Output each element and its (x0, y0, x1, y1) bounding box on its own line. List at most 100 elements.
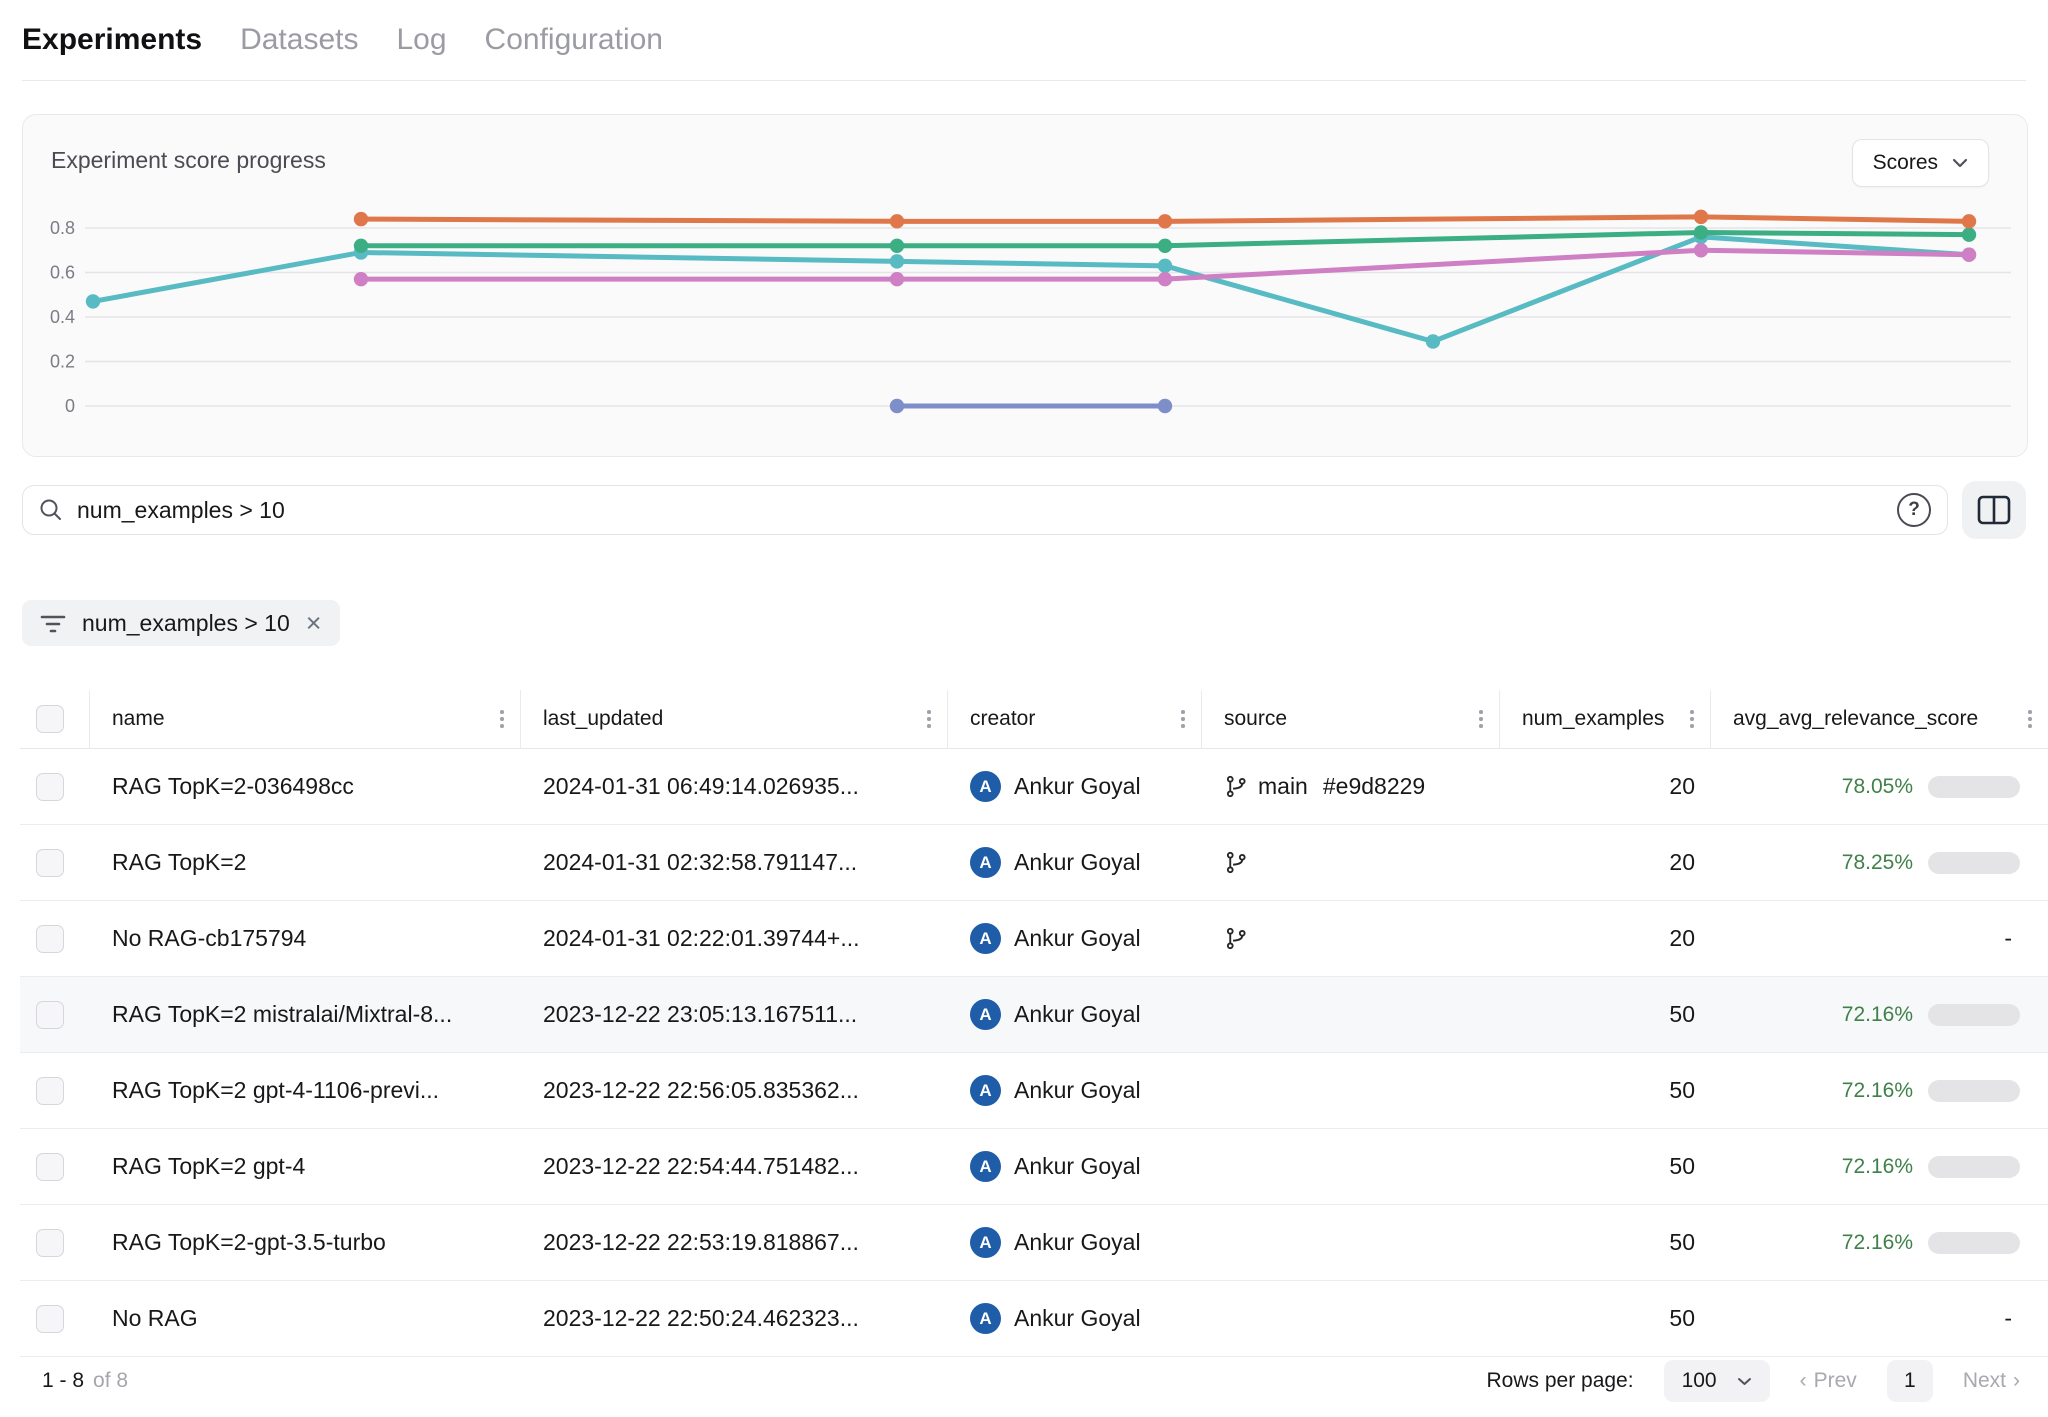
row-checkbox[interactable] (36, 1153, 64, 1181)
creator-cell: AAnkur Goyal (948, 1281, 1202, 1356)
empty-score-dash: - (2004, 925, 2012, 952)
data-point (1158, 259, 1172, 273)
data-point (890, 254, 904, 268)
tab-datasets[interactable]: Datasets (240, 23, 358, 57)
tab-configuration[interactable]: Configuration (485, 23, 663, 57)
filter-chip[interactable]: num_examples > 10 × (22, 600, 340, 646)
experiment-name: RAG TopK=2-036498cc (112, 773, 354, 800)
commit-hash: #e9d8229 (1323, 773, 1425, 800)
data-point (1962, 214, 1976, 228)
scores-dropdown-button[interactable]: Scores (1852, 139, 1989, 187)
column-header-creator[interactable]: creator (948, 690, 1202, 748)
pagination-footer: 1 - 8 of 8 Rows per page: 100 ‹ Prev 1 N… (42, 1352, 2020, 1410)
next-page-button[interactable]: Next › (1963, 1369, 2020, 1393)
row-checkbox[interactable] (36, 1229, 64, 1257)
chevron-down-icon (1737, 1377, 1752, 1386)
table-row[interactable]: RAG TopK=2-gpt-3.5-turbo2023-12-22 22:53… (20, 1205, 2048, 1281)
column-menu-icon[interactable] (1177, 706, 1189, 732)
row-checkbox[interactable] (36, 925, 64, 953)
column-menu-icon[interactable] (2024, 706, 2036, 732)
experiment-name-cell[interactable]: No RAG-cb175794 (90, 901, 521, 976)
row-checkbox[interactable] (36, 1001, 64, 1029)
prev-page-button[interactable]: ‹ Prev (1800, 1369, 1857, 1393)
creator-cell: AAnkur Goyal (948, 1205, 1202, 1280)
column-header-avg-avg-relevance-score[interactable]: avg_avg_relevance_score (1711, 690, 2048, 748)
table-row[interactable]: RAG TopK=2 gpt-4-1106-previ...2023-12-22… (20, 1053, 2048, 1129)
data-point (1694, 225, 1708, 239)
row-checkbox[interactable] (36, 773, 64, 801)
table-body: RAG TopK=2-036498cc 2024-01-31 06:49:14.0… (20, 749, 2048, 1357)
chart-series-score-teal (86, 230, 1976, 349)
experiment-name-cell[interactable]: RAG TopK=2-036498cc (90, 749, 521, 824)
last-updated-cell: 2024-01-31 02:32:58.791147... (521, 825, 948, 900)
tab-log[interactable]: Log (396, 23, 446, 57)
data-point (1694, 230, 1708, 244)
select-all-checkbox[interactable] (36, 705, 64, 733)
creator-name: Ankur Goyal (1014, 1153, 1141, 1180)
columns-toggle-button[interactable] (1962, 481, 2026, 539)
creator-name: Ankur Goyal (1014, 925, 1141, 952)
creator-name: Ankur Goyal (1014, 1001, 1141, 1028)
column-menu-icon[interactable] (1475, 706, 1487, 732)
source-cell (1202, 825, 1500, 900)
experiment-name-cell[interactable]: RAG TopK=2 gpt-4 (90, 1129, 521, 1204)
avatar: A (970, 847, 1001, 878)
search-input[interactable] (75, 496, 1887, 525)
column-header-last-updated[interactable]: last_updated (521, 690, 948, 748)
row-checkbox-cell (20, 1281, 90, 1356)
row-checkbox[interactable] (36, 1305, 64, 1333)
num-examples-value: 20 (1669, 849, 1695, 876)
source-cell (1202, 1281, 1500, 1356)
num-examples-cell: 50 (1500, 1053, 1711, 1128)
table-header: name last_updated creator source num_exa… (20, 690, 2048, 749)
experiment-name-cell[interactable]: RAG TopK=2 (90, 825, 521, 900)
score-percent: 72.16% (1842, 1079, 1913, 1103)
table-row[interactable]: RAG TopK=22024-01-31 02:32:58.791147... A… (20, 825, 2048, 901)
table-row[interactable]: RAG TopK=2-036498cc 2024-01-31 06:49:14.0… (20, 749, 2048, 825)
close-icon[interactable]: × (306, 610, 322, 637)
row-checkbox[interactable] (36, 1077, 64, 1105)
column-header-source[interactable]: source (1202, 690, 1500, 748)
table-row[interactable]: No RAG2023-12-22 22:50:24.462323...AAnku… (20, 1281, 2048, 1357)
chart-series-score-green (354, 225, 1976, 253)
data-point (1962, 227, 1976, 241)
filter-icon (40, 611, 66, 635)
score-bar (1928, 852, 2020, 874)
data-point (890, 272, 904, 286)
experiment-name-cell[interactable]: RAG TopK=2 gpt-4-1106-previ... (90, 1053, 521, 1128)
num-examples-value: 50 (1669, 1077, 1695, 1104)
help-icon[interactable]: ? (1897, 493, 1931, 527)
num-examples-value: 50 (1669, 1229, 1695, 1256)
experiment-name-cell[interactable]: RAG TopK=2 mistralai/Mixtral-8... (90, 977, 521, 1052)
score-percent: 78.05% (1842, 775, 1913, 799)
relevance-score-cell: - (1711, 1281, 2048, 1356)
table-row[interactable]: RAG TopK=2 gpt-42023-12-22 22:54:44.7514… (20, 1129, 2048, 1205)
creator-name: Ankur Goyal (1014, 849, 1141, 876)
table-row[interactable]: RAG TopK=2 mistralai/Mixtral-8...2023-12… (20, 977, 2048, 1053)
source-cell (1202, 901, 1500, 976)
column-header-name[interactable]: name (90, 690, 521, 748)
experiment-name-cell[interactable]: RAG TopK=2-gpt-3.5-turbo (90, 1205, 521, 1280)
page-number-button[interactable]: 1 (1887, 1360, 1933, 1402)
split-columns-icon (1977, 495, 2011, 525)
last-updated-cell: 2024-01-31 06:49:14.026935... (521, 749, 948, 824)
experiment-name: RAG TopK=2 gpt-4-1106-previ... (112, 1077, 439, 1104)
experiment-name-cell[interactable]: No RAG (90, 1281, 521, 1356)
column-menu-icon[interactable] (496, 706, 508, 732)
row-checkbox-cell (20, 977, 90, 1052)
table-row[interactable]: No RAG-cb1757942024-01-31 02:22:01.39744… (20, 901, 2048, 977)
column-menu-icon[interactable] (923, 706, 935, 732)
rows-per-page-select[interactable]: 100 (1664, 1360, 1770, 1402)
column-menu-icon[interactable] (1686, 706, 1698, 732)
row-checkbox[interactable] (36, 849, 64, 877)
row-checkbox-cell (20, 749, 90, 824)
git-branch-icon (1224, 774, 1249, 799)
num-examples-cell: 50 (1500, 977, 1711, 1052)
creator-name: Ankur Goyal (1014, 1305, 1141, 1332)
column-header-num-examples[interactable]: num_examples (1500, 690, 1711, 748)
data-point (354, 212, 368, 226)
row-checkbox-cell (20, 825, 90, 900)
tab-experiments[interactable]: Experiments (22, 23, 202, 57)
score-percent: 72.16% (1842, 1155, 1913, 1179)
chevron-down-icon (1952, 158, 1968, 168)
